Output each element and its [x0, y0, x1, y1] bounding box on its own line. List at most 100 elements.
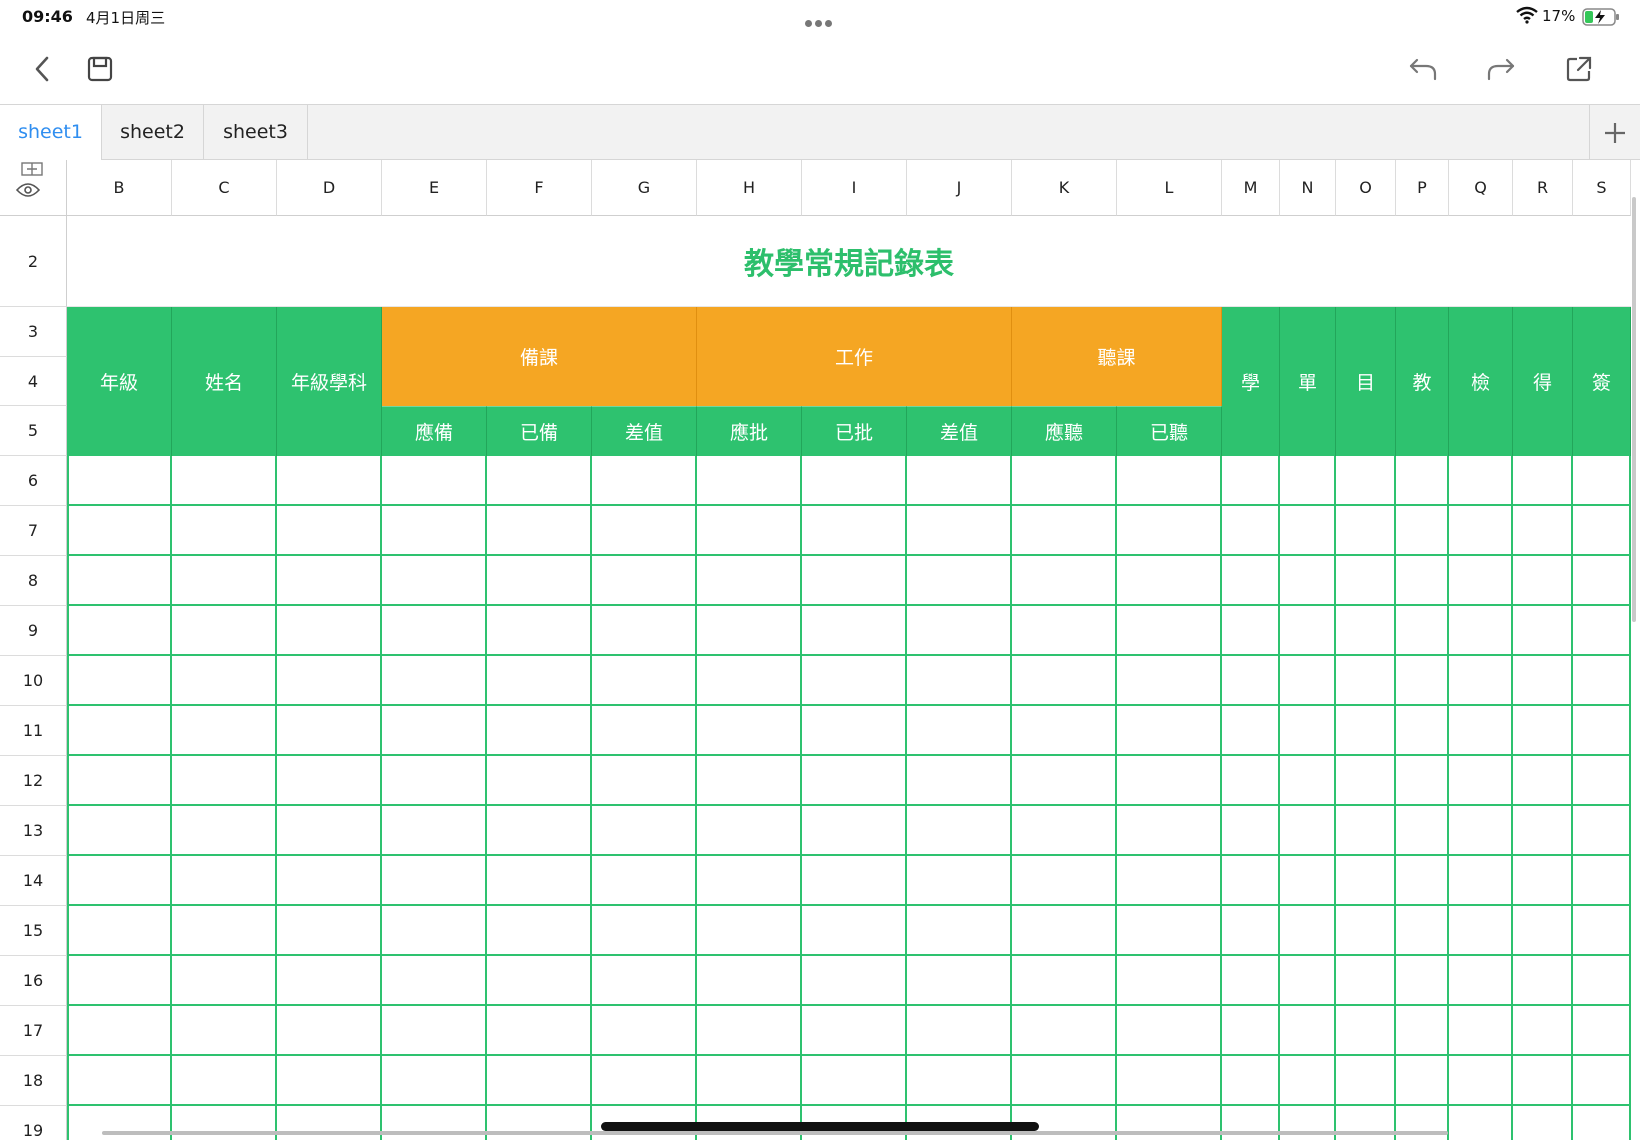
cell-n10[interactable] [1280, 656, 1336, 706]
cell-m14[interactable] [1222, 856, 1280, 906]
cell-q18[interactable] [1449, 1056, 1513, 1106]
cell-r12[interactable] [1513, 756, 1573, 806]
cell-h9[interactable] [697, 606, 802, 656]
row-header-19[interactable]: 19 [0, 1106, 67, 1140]
header-work-diff[interactable]: 差值 [907, 406, 1012, 456]
cell-m11[interactable] [1222, 706, 1280, 756]
cell-q13[interactable] [1449, 806, 1513, 856]
spreadsheet-grid[interactable]: 教學常規記錄表 年級 姓名 年級學科 備課 工作 聽課 應備 已備 差值 應批 … [0, 160, 1640, 1140]
horizontal-scrollbar[interactable] [102, 1131, 1448, 1135]
cell-p12[interactable] [1396, 756, 1449, 806]
cell-c9[interactable] [172, 606, 277, 656]
cell-n15[interactable] [1280, 906, 1336, 956]
cell-s15[interactable] [1573, 906, 1631, 956]
home-indicator[interactable] [601, 1122, 1039, 1131]
cell-m12[interactable] [1222, 756, 1280, 806]
cell-p14[interactable] [1396, 856, 1449, 906]
cell-d6[interactable] [277, 456, 382, 506]
cell-c11[interactable] [172, 706, 277, 756]
cell-q11[interactable] [1449, 706, 1513, 756]
cell-l8[interactable] [1117, 556, 1222, 606]
cell-n8[interactable] [1280, 556, 1336, 606]
cell-d18[interactable] [277, 1056, 382, 1106]
cell-m17[interactable] [1222, 1006, 1280, 1056]
column-header-e[interactable]: E [382, 160, 487, 216]
cell-p7[interactable] [1396, 506, 1449, 556]
cell-i7[interactable] [802, 506, 907, 556]
cell-p17[interactable] [1396, 1006, 1449, 1056]
cell-g15[interactable] [592, 906, 697, 956]
cell-h12[interactable] [697, 756, 802, 806]
cell-r16[interactable] [1513, 956, 1573, 1006]
cell-n12[interactable] [1280, 756, 1336, 806]
cell-f14[interactable] [487, 856, 592, 906]
cell-r15[interactable] [1513, 906, 1573, 956]
cell-k12[interactable] [1012, 756, 1117, 806]
eye-icon[interactable] [16, 182, 40, 198]
cell-d15[interactable] [277, 906, 382, 956]
header-prep-due[interactable]: 應備 [382, 406, 487, 456]
cell-g16[interactable] [592, 956, 697, 1006]
header-col-r[interactable]: 得 [1513, 307, 1573, 456]
cell-i14[interactable] [802, 856, 907, 906]
column-header-g[interactable]: G [592, 160, 697, 216]
cell-o12[interactable] [1336, 756, 1396, 806]
column-header-j[interactable]: J [907, 160, 1012, 216]
cell-o11[interactable] [1336, 706, 1396, 756]
cell-b10[interactable] [67, 656, 172, 706]
cell-b12[interactable] [67, 756, 172, 806]
cell-b15[interactable] [67, 906, 172, 956]
cell-n9[interactable] [1280, 606, 1336, 656]
row-header-9[interactable]: 9 [0, 606, 67, 656]
cell-s8[interactable] [1573, 556, 1631, 606]
column-header-i[interactable]: I [802, 160, 907, 216]
cell-f7[interactable] [487, 506, 592, 556]
cell-b11[interactable] [67, 706, 172, 756]
cell-c16[interactable] [172, 956, 277, 1006]
cell-j12[interactable] [907, 756, 1012, 806]
cell-q8[interactable] [1449, 556, 1513, 606]
cell-f9[interactable] [487, 606, 592, 656]
cell-e12[interactable] [382, 756, 487, 806]
cell-r7[interactable] [1513, 506, 1573, 556]
cell-m15[interactable] [1222, 906, 1280, 956]
cell-c13[interactable] [172, 806, 277, 856]
cell-j10[interactable] [907, 656, 1012, 706]
cell-k6[interactable] [1012, 456, 1117, 506]
column-header-l[interactable]: L [1117, 160, 1222, 216]
cell-l15[interactable] [1117, 906, 1222, 956]
cell-k16[interactable] [1012, 956, 1117, 1006]
cell-c15[interactable] [172, 906, 277, 956]
cell-l11[interactable] [1117, 706, 1222, 756]
cell-q9[interactable] [1449, 606, 1513, 656]
column-header-r[interactable]: R [1513, 160, 1573, 216]
column-header-b[interactable]: B [67, 160, 172, 216]
cell-m8[interactable] [1222, 556, 1280, 606]
cell-f8[interactable] [487, 556, 592, 606]
row-header-2[interactable]: 2 [0, 216, 67, 307]
cell-p9[interactable] [1396, 606, 1449, 656]
cell-s12[interactable] [1573, 756, 1631, 806]
cell-d16[interactable] [277, 956, 382, 1006]
cell-s11[interactable] [1573, 706, 1631, 756]
cell-k14[interactable] [1012, 856, 1117, 906]
cell-g10[interactable] [592, 656, 697, 706]
cell-b13[interactable] [67, 806, 172, 856]
tab-sheet1[interactable]: sheet1 [0, 105, 102, 160]
cell-q14[interactable] [1449, 856, 1513, 906]
tab-sheet2[interactable]: sheet2 [102, 105, 204, 160]
redo-icon[interactable] [1483, 51, 1519, 87]
tab-sheet3[interactable]: sheet3 [204, 105, 308, 160]
row-header-5[interactable]: 5 [0, 406, 67, 456]
header-listen-due[interactable]: 應聽 [1012, 406, 1117, 456]
cell-k7[interactable] [1012, 506, 1117, 556]
cell-o15[interactable] [1336, 906, 1396, 956]
cell-s6[interactable] [1573, 456, 1631, 506]
cell-i15[interactable] [802, 906, 907, 956]
save-icon[interactable] [82, 51, 118, 87]
cell-s19[interactable] [1573, 1106, 1631, 1140]
row-header-15[interactable]: 15 [0, 906, 67, 956]
cell-h13[interactable] [697, 806, 802, 856]
cell-e7[interactable] [382, 506, 487, 556]
header-prep-done[interactable]: 已備 [487, 406, 592, 456]
